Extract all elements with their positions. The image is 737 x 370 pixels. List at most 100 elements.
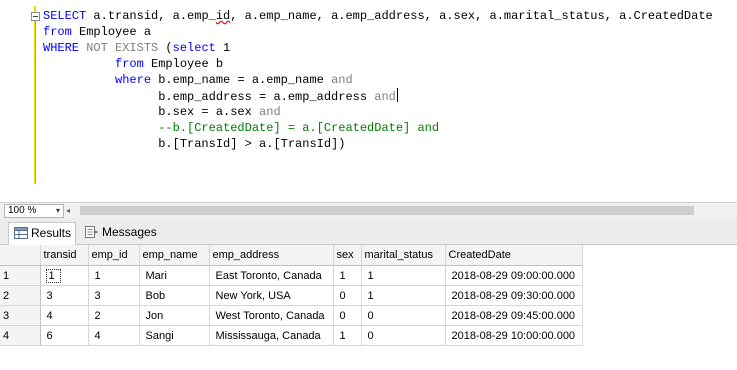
row-number[interactable]: 1	[0, 265, 41, 286]
code-line[interactable]: from Employee b	[43, 56, 713, 72]
code-line[interactable]: where b.emp_name = a.emp_name and	[43, 72, 713, 88]
grid-cell[interactable]: New York, USA	[209, 285, 334, 306]
code-token: and	[331, 73, 353, 87]
tab-results[interactable]: Results	[8, 222, 76, 245]
column-header-sex[interactable]: sex	[333, 245, 362, 266]
grid-cell[interactable]: 0	[361, 305, 446, 326]
column-header-emp-id[interactable]: emp_id	[88, 245, 140, 266]
grid-cell[interactable]: East Toronto, Canada	[209, 265, 334, 286]
code-token: Employee b	[143, 57, 224, 71]
grid-cell[interactable]: 3	[40, 285, 89, 306]
grid-cell[interactable]: 1	[40, 265, 89, 286]
grid-cell[interactable]: 1	[361, 285, 446, 306]
column-header-marital-status[interactable]: marital_status	[361, 245, 446, 266]
grid-cell[interactable]: 1	[88, 265, 140, 286]
results-tab-strip: Results Messages	[0, 218, 737, 245]
code-token: and	[374, 90, 396, 104]
grid-cell[interactable]: 4	[40, 305, 89, 326]
column-header-created-date[interactable]: CreatedDate	[445, 245, 583, 266]
spelling-squiggle: id	[215, 9, 231, 23]
column-header-rownum[interactable]	[0, 245, 41, 266]
query-text[interactable]: SELECT a.transid, a.emp_id, a.emp_name, …	[43, 8, 713, 152]
code-token: b.[TransId] > a.[TransId])	[158, 137, 346, 151]
grid-cell[interactable]: 1	[333, 325, 362, 346]
column-header-emp-name[interactable]: emp_name	[139, 245, 210, 266]
grid-cell[interactable]: Mississauga, Canada	[209, 325, 334, 346]
grid-cell[interactable]: Bob	[139, 285, 210, 306]
scroll-left-arrow-icon[interactable]: ◂	[66, 205, 76, 216]
code-token: (	[158, 41, 173, 55]
grid-icon	[14, 227, 28, 239]
zoom-value: 100 %	[8, 205, 37, 216]
outline-fold-line	[35, 21, 36, 183]
code-token: WHERE	[43, 41, 80, 55]
horizontal-scrollbar-thumb[interactable]	[80, 206, 694, 215]
code-line[interactable]: b.[TransId] > a.[TransId])	[43, 136, 713, 152]
messages-icon	[85, 226, 99, 238]
code-token: from	[43, 25, 72, 39]
code-token: Employee a	[71, 25, 152, 39]
collapse-outline-icon[interactable]	[31, 12, 40, 21]
sql-editor[interactable]: SELECT a.transid, a.emp_id, a.emp_name, …	[0, 0, 737, 202]
tab-results-label: Results	[31, 226, 72, 240]
code-token: from	[115, 57, 144, 71]
table-row[interactable]: 4 6 4 Sangi Mississauga, Canada 1 0 2018…	[0, 325, 583, 346]
code-token: SELECT	[43, 9, 87, 23]
grid-cell[interactable]: Mari	[139, 265, 210, 286]
code-line[interactable]: from Employee a	[43, 24, 713, 40]
column-header-emp-address[interactable]: emp_address	[209, 245, 334, 266]
code-token: --b.[CreatedDate] = a.[CreatedDate] and	[158, 121, 440, 135]
grid-cell[interactable]: 0	[361, 325, 446, 346]
grid-cell[interactable]: 4	[88, 325, 140, 346]
zoom-scroll-bar: 100 % ▾ ◂	[0, 202, 737, 218]
row-number[interactable]: 2	[0, 285, 41, 306]
code-token: b.sex = a.sex	[158, 105, 260, 119]
code-token: 1	[215, 41, 231, 55]
code-token: a.transid, a.emp_id, a.emp_name, a.emp_a…	[86, 9, 713, 23]
grid-cell[interactable]: 2	[88, 305, 140, 326]
grid-cell[interactable]: 0	[333, 285, 362, 306]
code-line[interactable]: b.sex = a.sex and	[43, 104, 713, 120]
code-token: b.emp_name = a.emp_name	[151, 73, 332, 87]
grid-cell[interactable]: 1	[361, 265, 446, 286]
row-number[interactable]: 3	[0, 305, 41, 326]
grid-header-row: transid emp_id emp_name emp_address sex …	[0, 245, 583, 266]
tab-messages[interactable]: Messages	[80, 222, 158, 243]
grid-cell[interactable]: Sangi	[139, 325, 210, 346]
chevron-down-icon: ▾	[55, 206, 60, 215]
code-token: NOT EXISTS	[86, 41, 159, 55]
code-line[interactable]: --b.[CreatedDate] = a.[CreatedDate] and	[43, 120, 713, 136]
grid-cell[interactable]: 2018-08-29 10:00:00.000	[445, 325, 583, 346]
zoom-dropdown[interactable]: 100 % ▾	[4, 204, 64, 218]
code-token: and	[259, 105, 281, 119]
code-line[interactable]: b.emp_address = a.emp_address and	[43, 88, 713, 104]
grid-cell[interactable]: West Toronto, Canada	[209, 305, 334, 326]
results-grid[interactable]: transid emp_id emp_name emp_address sex …	[0, 245, 737, 346]
grid-cell[interactable]: 6	[40, 325, 89, 346]
code-line[interactable]: SELECT a.transid, a.emp_id, a.emp_name, …	[43, 8, 713, 24]
grid-cell[interactable]: 1	[333, 265, 362, 286]
grid-cell[interactable]: 2018-08-29 09:30:00.000	[445, 285, 583, 306]
tab-messages-label: Messages	[102, 225, 157, 239]
grid-cell[interactable]: 2018-08-29 09:45:00.000	[445, 305, 583, 326]
row-number[interactable]: 4	[0, 325, 41, 346]
table-row[interactable]: 2 3 3 Bob New York, USA 0 1 2018-08-29 0…	[0, 285, 583, 306]
grid-cell[interactable]: Jon	[139, 305, 210, 326]
table-row[interactable]: 1 1 1 Mari East Toronto, Canada 1 1 2018…	[0, 265, 583, 286]
grid-cell[interactable]: 3	[88, 285, 140, 306]
grid-cell[interactable]: 2018-08-29 09:00:00.000	[445, 265, 583, 286]
selected-cell-value: 1	[45, 268, 61, 283]
code-token: where	[115, 73, 152, 87]
code-token: b.emp_address = a.emp_address	[158, 90, 375, 104]
column-header-transid[interactable]: transid	[40, 245, 89, 266]
grid-cell[interactable]: 0	[333, 305, 362, 326]
text-caret	[396, 88, 398, 102]
code-line[interactable]: WHERE NOT EXISTS (select 1	[43, 40, 713, 56]
table-row[interactable]: 3 4 2 Jon West Toronto, Canada 0 0 2018-…	[0, 305, 583, 326]
